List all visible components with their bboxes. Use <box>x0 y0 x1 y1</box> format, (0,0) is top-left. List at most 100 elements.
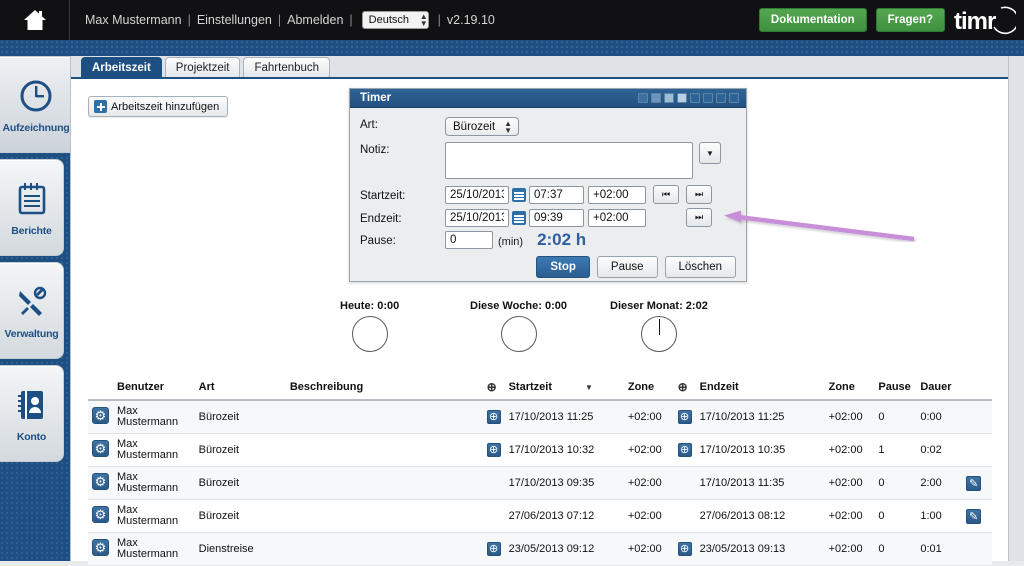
th-beschreibung[interactable]: Beschreibung <box>285 378 483 401</box>
logout-link[interactable]: Abmelden <box>286 13 344 27</box>
user-last-name: Mustermann <box>117 482 179 494</box>
documentation-button[interactable]: Dokumentation <box>758 8 867 32</box>
table-row[interactable]: MaxMustermannBürozeit27/06/2013 07:12+02… <box>88 499 992 533</box>
cell-benutzer: Max Mustermann <box>113 499 195 533</box>
start-date-input[interactable] <box>445 185 509 204</box>
settings-link[interactable]: Einstellungen <box>196 13 273 27</box>
start-zone-input[interactable] <box>588 185 646 204</box>
notiz-dropdown-button[interactable]: ▼ <box>699 142 721 164</box>
panel-square-icon-8[interactable] <box>729 93 739 103</box>
sidebar-item-verwaltung[interactable]: Verwaltung <box>0 262 64 359</box>
panel-square-icon-4[interactable] <box>677 93 687 103</box>
stop-button[interactable]: Stop <box>536 256 590 278</box>
sidebar-item-label: Aufzeichnung <box>2 122 70 134</box>
sidebar-item-berichte[interactable]: Berichte <box>0 159 64 256</box>
gps-location-icon[interactable] <box>486 542 501 556</box>
th-dauer[interactable]: Dauer <box>916 378 963 401</box>
panel-square-icon-7[interactable] <box>716 93 726 103</box>
art-select[interactable]: Bürozeit <box>445 117 519 136</box>
timer-action-buttons: Stop Pause Löschen <box>360 256 736 278</box>
table-row[interactable]: MaxMustermannBürozeit17/10/2013 09:35+02… <box>88 466 992 500</box>
gear-icon[interactable] <box>92 473 109 490</box>
address-book-icon <box>12 384 52 426</box>
table-row[interactable]: MaxMustermannBürozeit17/10/2013 11:25+02… <box>88 400 992 434</box>
svg-text:timr: timr <box>954 8 996 35</box>
pause-unit-label: (min) <box>498 235 524 248</box>
top-bar-actions: Dokumentation Fragen? timr <box>758 3 1024 37</box>
cell-start-gps[interactable] <box>482 433 505 467</box>
gauge-diese-woche: Diese Woche: 0:00 <box>470 300 567 352</box>
start-time-input[interactable] <box>529 185 584 204</box>
end-date-input[interactable] <box>445 208 509 227</box>
cell-end-zone: +02:00 <box>824 466 875 500</box>
gps-location-icon[interactable] <box>486 443 501 457</box>
add-worktime-button[interactable]: Arbeitszeit hinzufügen <box>88 96 229 117</box>
table-row[interactable]: MaxMustermannBürozeit17/10/2013 10:32+02… <box>88 433 992 467</box>
questions-button[interactable]: Fragen? <box>875 8 945 32</box>
cell-endzeit: 27/06/2013 08:12 <box>695 499 825 533</box>
calendar-icon[interactable] <box>512 210 526 225</box>
end-time-input[interactable] <box>529 208 584 227</box>
th-startzeit[interactable]: Startzeit ▼ <box>504 378 624 401</box>
sidebar-item-label: Konto <box>16 431 47 443</box>
th-benutzer[interactable]: Benutzer <box>113 378 195 401</box>
th-pause[interactable]: Pause <box>874 378 917 401</box>
th-endzeit[interactable]: Endzeit <box>695 378 825 401</box>
cell-end-gps[interactable] <box>673 433 696 467</box>
row-actions-cell[interactable] <box>88 499 113 533</box>
start-step-last-button[interactable]: ⏭ <box>686 185 712 204</box>
cell-edit[interactable] <box>962 466 992 500</box>
gear-icon[interactable] <box>92 407 109 424</box>
worktime-table: Benutzer Art Beschreibung ⊕ Startzeit ▼ … <box>88 378 992 566</box>
th-start-zone[interactable]: Zone <box>623 378 674 401</box>
cell-end-gps[interactable] <box>673 400 696 434</box>
th-end-zone[interactable]: Zone <box>824 378 875 401</box>
th-art[interactable]: Art <box>194 378 286 401</box>
start-step-first-button[interactable]: ⏮ <box>653 185 679 204</box>
gear-icon[interactable] <box>92 440 109 457</box>
panel-square-icon-5[interactable] <box>690 93 700 103</box>
tab-fahrtenbuch[interactable]: Fahrtenbuch <box>243 57 331 77</box>
notiz-textarea[interactable] <box>445 142 693 179</box>
art-select-wrap: Bürozeit ▲ ▼ <box>445 117 519 136</box>
gps-location-icon[interactable] <box>486 410 501 424</box>
edit-icon[interactable] <box>966 475 982 491</box>
gear-icon[interactable] <box>92 506 109 523</box>
tab-bar: Arbeitszeit Projektzeit Fahrtenbuch <box>71 56 1009 79</box>
nav-separator-2: | <box>277 13 282 27</box>
pause-input[interactable] <box>445 231 493 249</box>
panel-square-icon-1[interactable] <box>638 93 648 103</box>
pause-button[interactable]: Pause <box>596 256 658 278</box>
row-actions-cell[interactable] <box>88 433 113 467</box>
gauge-circle <box>640 316 677 352</box>
gps-location-icon[interactable] <box>677 410 692 424</box>
panel-square-icon-3[interactable] <box>664 93 674 103</box>
gauge-circle <box>351 316 388 352</box>
end-zone-input[interactable] <box>588 208 646 227</box>
tab-arbeitszeit[interactable]: Arbeitszeit <box>81 57 162 77</box>
gps-location-icon[interactable] <box>677 443 692 457</box>
delete-button[interactable]: Löschen <box>664 256 736 278</box>
gear-icon[interactable] <box>92 539 109 556</box>
panel-square-icon-2[interactable] <box>651 93 661 103</box>
gps-location-icon[interactable] <box>677 542 692 556</box>
endzeit-label: Endzeit: <box>360 212 402 225</box>
home-button[interactable] <box>0 0 70 40</box>
edit-icon[interactable] <box>966 508 982 524</box>
tab-projektzeit[interactable]: Projektzeit <box>164 57 241 77</box>
endzeit-step-last-button[interactable]: ⏭ <box>686 208 712 227</box>
cell-start-gps[interactable] <box>482 400 505 434</box>
top-bar: Max Mustermann | Einstellungen | Abmelde… <box>0 0 1024 40</box>
panel-square-icon-6[interactable] <box>703 93 713 103</box>
row-actions-cell[interactable] <box>88 466 113 500</box>
calendar-icon[interactable] <box>512 187 526 202</box>
language-select[interactable]: Deutsch <box>361 11 429 29</box>
cell-edit[interactable] <box>962 499 992 533</box>
cell-pause: 0 <box>874 499 917 533</box>
table-header-row: Benutzer Art Beschreibung ⊕ Startzeit ▼ … <box>88 378 992 401</box>
row-actions-cell[interactable] <box>88 400 113 434</box>
sidebar-item-konto[interactable]: Konto <box>0 365 64 462</box>
cell-end-gps <box>673 499 696 533</box>
sidebar-item-aufzeichnung[interactable]: Aufzeichnung <box>0 56 72 153</box>
summary-gauges: Heute: 0:00 Diese Woche: 0:00 Dieser Mon… <box>330 300 750 365</box>
